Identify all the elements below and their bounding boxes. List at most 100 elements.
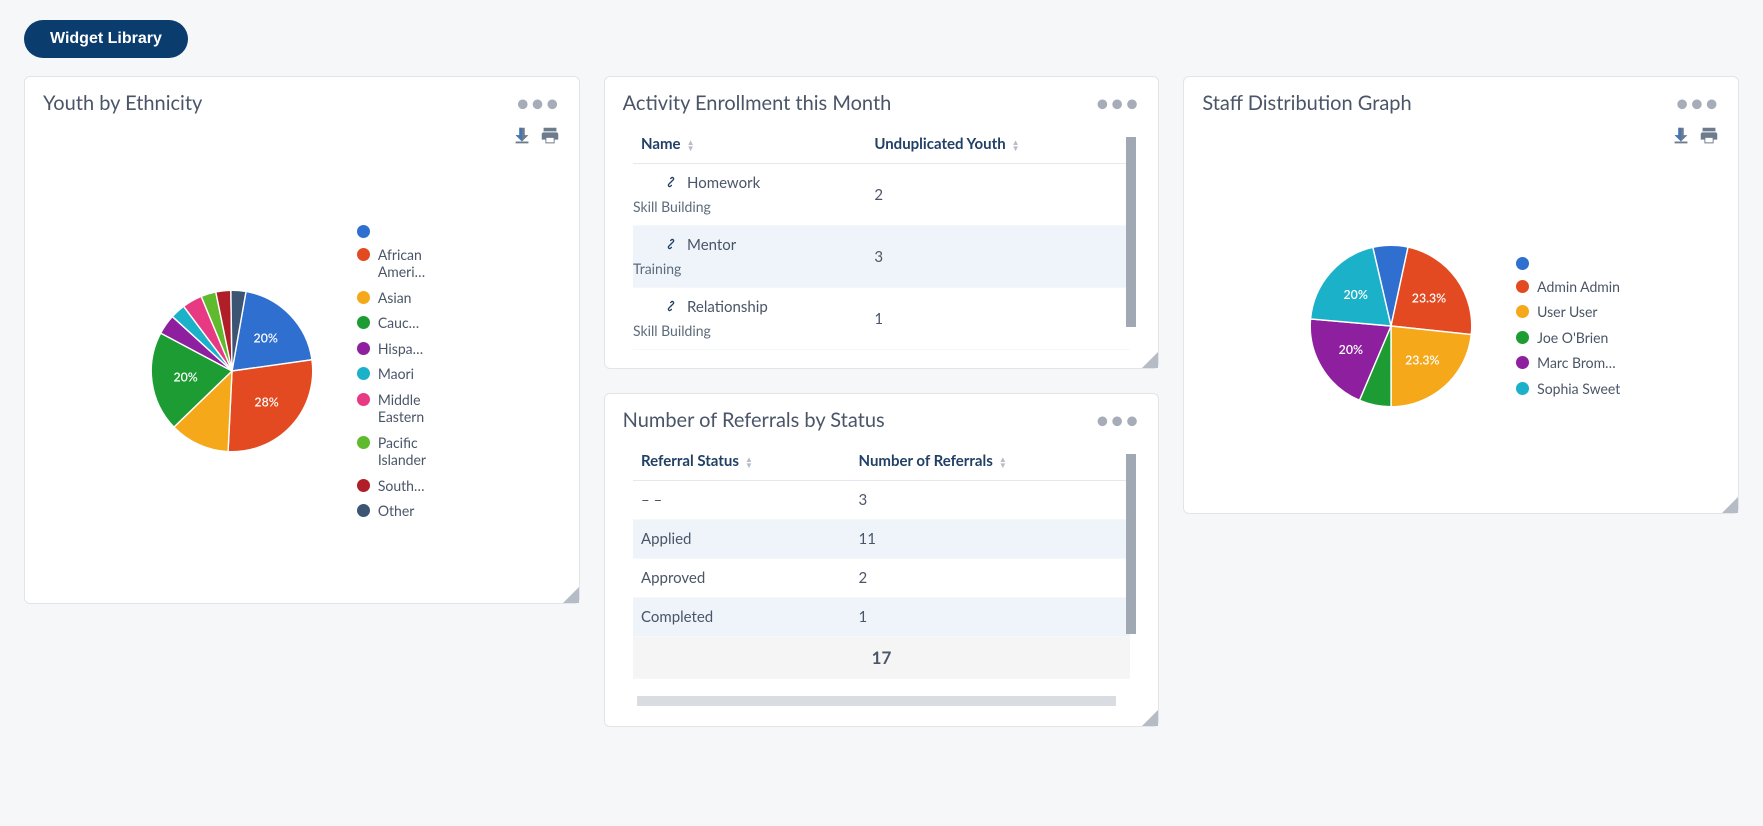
column-header-number[interactable]: Number of Referrals▲▼ [851,442,1130,481]
print-icon[interactable] [1698,125,1720,147]
referral-number-cell: 1 [851,598,1130,637]
dashboard-grid: Youth by Ethnicity ••• 20%28%20% African… [24,76,1739,727]
legend-swatch [1516,331,1529,344]
widget-library-button[interactable]: Widget Library [24,20,188,58]
legend-label: South… [378,477,425,495]
youth-legend: African Ameri… Asian Cauc… Hispa… Maori Middl… [357,223,467,520]
legend-item[interactable]: Admin Admin [1516,278,1626,296]
referral-status-cell: – – [633,481,851,520]
staff-legend: Admin Admin User User Joe O'Brien Marc Brom… [1516,255,1626,398]
referral-status-cell: Approved [633,559,851,598]
activity-value-cell: 1 [866,288,1130,350]
sort-icon[interactable]: ▲▼ [1012,139,1020,151]
legend-item[interactable]: Middle Eastern [357,391,467,426]
legend-item[interactable]: Other [357,502,467,520]
legend-swatch [357,504,370,517]
legend-label: Sophia Sweet [1537,380,1620,398]
card-title: Activity Enrollment this Month [623,91,892,115]
resize-handle[interactable] [1722,497,1738,513]
staff-distribution-card: Staff Distribution Graph ••• 23.3%23.3%2… [1183,76,1739,514]
legend-label: Hispa… [378,340,423,358]
resize-handle[interactable] [563,587,579,603]
referrals-card: Number of Referrals by Status ••• Referr… [604,393,1160,727]
pie-slice-label: 20% [1344,287,1368,302]
legend-swatch [357,248,370,261]
legend-label: User User [1537,303,1597,321]
activity-name-cell[interactable]: HomeworkSkill Building [633,164,866,226]
download-icon[interactable] [1670,125,1692,147]
legend-swatch [1516,257,1529,270]
pie-slice-label: 20% [253,330,277,345]
print-icon[interactable] [539,125,561,147]
sort-icon[interactable]: ▲▼ [999,456,1007,468]
table-row[interactable]: – –3 [633,481,1130,520]
legend-swatch [357,291,370,304]
legend-item[interactable]: Sophia Sweet [1516,380,1626,398]
horizontal-scrollbar[interactable] [637,696,1117,706]
table-row[interactable]: RelationshipSkill Building1 [633,288,1130,350]
activity-name-cell[interactable]: MentorTraining [633,226,866,288]
referral-number-cell: 3 [851,481,1130,520]
sort-icon[interactable]: ▲▼ [745,456,753,468]
legend-item[interactable]: User User [1516,303,1626,321]
legend-item[interactable]: African Ameri… [357,246,467,281]
legend-swatch [357,479,370,492]
legend-swatch [1516,382,1529,395]
column-header-name[interactable]: Name▲▼ [633,125,866,164]
legend-label: Pacific Islander [378,434,467,469]
legend-label: Cauc… [378,314,419,332]
column-header-status[interactable]: Referral Status▲▼ [633,442,851,481]
legend-swatch [357,342,370,355]
scrollbar[interactable] [1126,137,1136,327]
legend-label: African Ameri… [378,246,467,281]
referral-status-cell: Applied [633,520,851,559]
legend-item[interactable]: Marc Brom… [1516,354,1626,372]
legend-swatch [1516,356,1529,369]
activity-name-cell[interactable]: RelationshipSkill Building [633,288,866,350]
sort-icon[interactable]: ▲▼ [687,139,695,151]
legend-item[interactable]: Maori [357,365,467,383]
activity-table: Name▲▼ Unduplicated Youth▲▼ HomeworkSkil… [633,125,1130,350]
table-row[interactable]: MentorTraining3 [633,226,1130,288]
legend-swatch [357,225,370,238]
legend-item[interactable]: Joe O'Brien [1516,329,1626,347]
activity-value-cell: 3 [866,226,1130,288]
card-title: Number of Referrals by Status [623,408,885,432]
legend-item[interactable]: Asian [357,289,467,307]
referrals-table: Referral Status▲▼ Number of Referrals▲▼ … [633,442,1130,679]
legend-item[interactable]: Cauc… [357,314,467,332]
youth-by-ethnicity-card: Youth by Ethnicity ••• 20%28%20% African… [24,76,580,604]
legend-label: Marc Brom… [1537,354,1615,372]
youth-pie-chart: 20%28%20% [137,276,327,466]
resize-handle[interactable] [1142,352,1158,368]
resize-handle[interactable] [1142,710,1158,726]
staff-pie-chart: 23.3%23.3%20%20% [1296,231,1486,421]
link-icon [663,174,679,194]
card-title: Youth by Ethnicity [43,91,202,115]
download-icon[interactable] [511,125,533,147]
pie-slice-label: 20% [173,369,197,384]
legend-label: Middle Eastern [378,391,467,426]
table-row[interactable]: Completed1 [633,598,1130,637]
legend-label: Maori [378,365,414,383]
dashboard-column-3: Staff Distribution Graph ••• 23.3%23.3%2… [1183,76,1739,514]
legend-swatch [1516,305,1529,318]
dashboard-column-1: Youth by Ethnicity ••• 20%28%20% African… [24,76,580,604]
legend-item[interactable] [1516,255,1626,270]
legend-label: Other [378,502,415,520]
legend-label: Joe O'Brien [1537,329,1608,347]
legend-item[interactable]: South… [357,477,467,495]
column-header-unduplicated[interactable]: Unduplicated Youth▲▼ [866,125,1130,164]
table-row[interactable]: HomeworkSkill Building2 [633,164,1130,226]
link-icon [663,298,679,318]
scrollbar[interactable] [1126,454,1136,634]
table-row[interactable]: Approved2 [633,559,1130,598]
legend-swatch [1516,280,1529,293]
card-title: Staff Distribution Graph [1202,91,1411,115]
legend-item[interactable] [357,223,467,238]
legend-label: Asian [378,289,412,307]
legend-swatch [357,367,370,380]
legend-item[interactable]: Hispa… [357,340,467,358]
table-row[interactable]: Applied11 [633,520,1130,559]
legend-item[interactable]: Pacific Islander [357,434,467,469]
